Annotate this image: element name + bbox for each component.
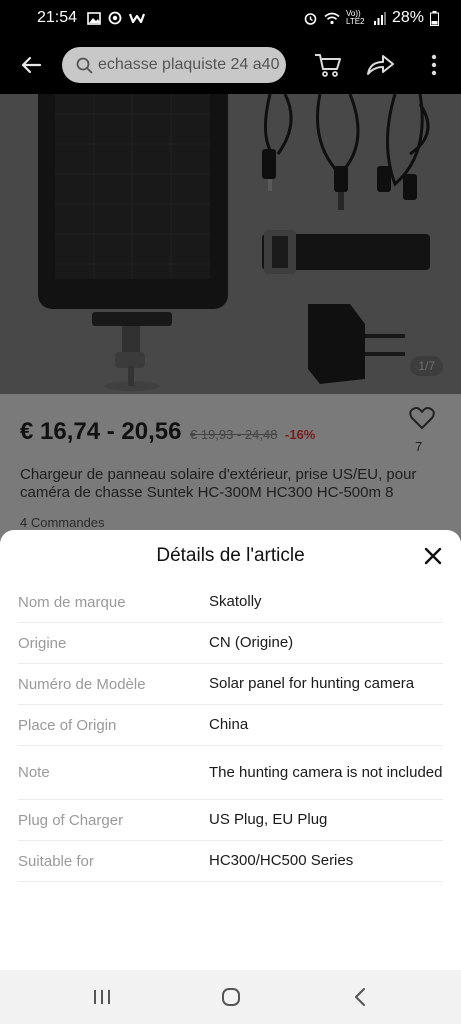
spec-row: Suitable for HC300/HC500 Series [18,841,443,882]
close-icon [424,547,442,565]
wishlist-button[interactable] [407,406,437,435]
original-price: € 19,93 - 24,48 [190,427,278,442]
app-w-icon [129,13,146,24]
product-info: € 16,74 - 20,56 € 19,93 - 24,48 -16% 7 C… [0,394,461,544]
spec-row: Place of Origin China [18,705,443,746]
spec-label: Place of Origin [18,716,117,734]
spec-row: Note The hunting camera is not included [18,746,443,800]
spec-value: The hunting camera is not included [209,763,443,781]
spec-value: Solar panel for hunting camera [209,675,415,692]
alarm-icon [304,12,317,25]
wifi-icon [324,12,340,24]
spec-row: Numéro de Modèle Solar panel for hunting… [18,664,443,705]
discount-badge: -16% [285,427,316,442]
spec-value: Skatolly [209,593,262,610]
wishlist-count: 7 [415,439,423,454]
search-query: echasse plaquiste 24 a40 [98,56,280,73]
recent-apps-button[interactable] [72,970,132,1024]
search-bar[interactable]: echasse plaquiste 24 a40 [62,47,286,83]
cart-button[interactable] [306,36,350,94]
product-title: Chargeur de panneau solaire d'extérieur,… [20,466,417,501]
spec-list: Nom de marque Skatolly Origine CN (Origi… [18,582,443,882]
spec-row: Plug of Charger US Plug, EU Plug [18,800,443,841]
app-header: echasse plaquiste 24 a40 [0,36,461,94]
back-icon [355,988,365,1006]
product-image[interactable]: 1/7 [0,94,461,394]
item-details-sheet: Détails de l'article Nom de marque Skato… [0,530,461,970]
spec-value: US Plug, EU Plug [209,811,328,828]
home-button[interactable] [201,970,261,1024]
sheet-title: Détails de l'article [156,545,305,566]
network-label: Vo)) LTE2 [345,9,365,26]
recent-apps-icon [94,990,110,1004]
dim-overlay[interactable] [0,94,461,394]
close-button[interactable] [419,542,447,570]
battery-percent: 28% [391,9,424,26]
spec-value: China [209,716,249,733]
spec-label: Note [18,764,50,781]
order-count: 4 Commandes [20,515,105,530]
home-icon [222,988,240,1006]
status-right: Vo)) LTE2 28% [303,9,439,27]
more-button[interactable] [420,36,448,94]
search-icon [76,57,93,73]
heart-icon [409,407,435,429]
more-vertical-icon [431,54,437,76]
screen-record-icon [108,11,122,25]
signal-icon [373,11,386,25]
share-icon [367,55,394,75]
spec-row: Nom de marque Skatolly [18,582,443,623]
spec-label: Numéro de Modèle [18,675,146,693]
clock: 21:54 [37,9,78,26]
spec-value: HC300/HC500 Series [209,852,354,869]
share-button[interactable] [358,36,402,94]
spec-label: Plug of Charger [18,811,124,829]
spec-label: Origine [18,634,67,652]
battery-icon [430,10,439,26]
status-bar: 21:54 Vo)) LTE2 28% [0,0,461,36]
system-nav-bar [0,970,461,1024]
spec-label: Nom de marque [18,593,126,611]
spec-row: Origine CN (Origine) [18,623,443,664]
gallery-icon [87,11,101,25]
spec-value: CN (Origine) [209,634,294,651]
spec-label: Suitable for [18,852,94,870]
back-nav-button[interactable] [330,970,390,1024]
back-button[interactable] [0,36,62,94]
notification-icons [87,11,146,25]
cart-icon [315,54,341,77]
price: € 16,74 - 20,56 [20,418,182,445]
back-arrow-icon [21,56,42,74]
